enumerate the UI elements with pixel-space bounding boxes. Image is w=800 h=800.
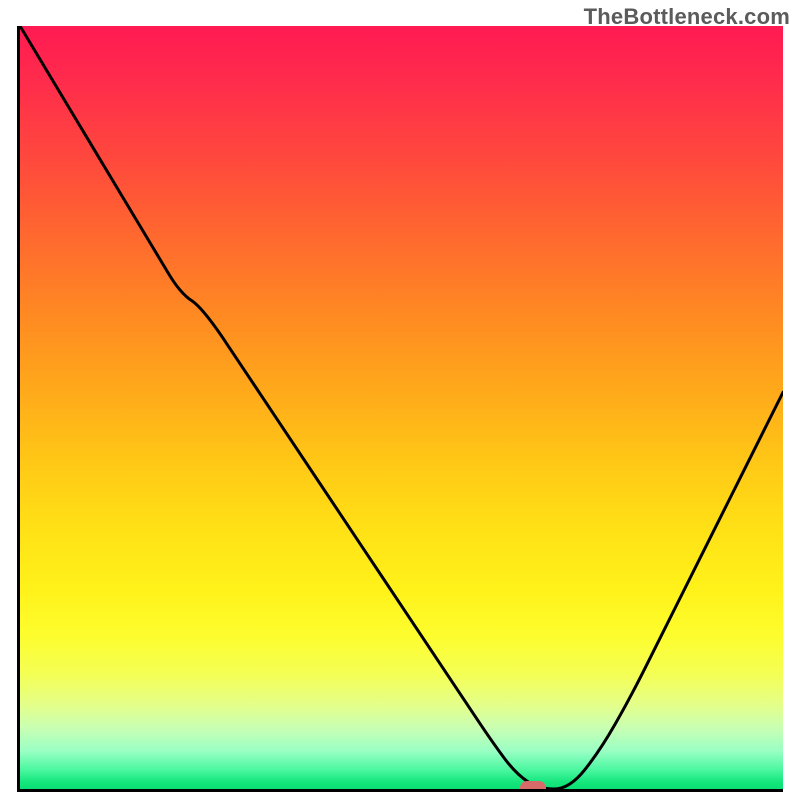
plot-frame bbox=[17, 26, 783, 792]
bottleneck-curve bbox=[20, 26, 783, 789]
optimum-marker bbox=[520, 781, 546, 792]
